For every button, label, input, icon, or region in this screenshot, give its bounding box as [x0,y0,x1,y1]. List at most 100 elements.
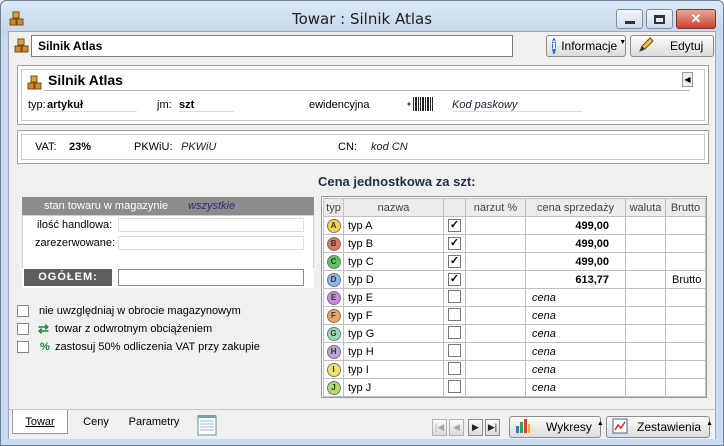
price-narzut[interactable] [465,270,526,289]
price-name[interactable]: typ D [343,270,444,289]
price-brutto[interactable] [665,216,706,235]
jm-value[interactable]: szt [179,99,234,112]
tab-towar[interactable]: Towar [12,410,68,434]
price-brutto[interactable] [665,252,706,271]
collapse-arrow-icon[interactable]: ◀ [682,72,693,87]
tab-ceny[interactable]: Ceny [77,410,115,434]
ogolem-field[interactable] [118,269,304,286]
price-row[interactable]: Etyp E cena [323,288,706,307]
price-value[interactable]: 499,00 [525,216,626,235]
zarezerwowane-field[interactable] [118,236,304,250]
col-waluta[interactable]: waluta [625,198,666,217]
stock-filter-value[interactable]: wszystkie [188,200,235,212]
price-row[interactable]: Ityp I cena [323,360,706,379]
price-value[interactable]: cena [525,342,626,361]
price-narzut[interactable] [465,288,526,307]
price-brutto[interactable] [665,324,706,343]
price-narzut[interactable] [465,252,526,271]
nav-last-button[interactable]: ▶| [485,419,500,436]
minimize-button[interactable] [616,9,643,29]
option-checkbox[interactable] [17,323,29,335]
price-checkbox[interactable]: ✓ [448,219,461,232]
price-name[interactable]: typ B [343,234,444,253]
price-narzut[interactable] [465,342,526,361]
price-currency[interactable] [625,342,666,361]
info-button[interactable]: i Informacje ▼ [546,35,626,57]
product-name-field[interactable]: Silnik Atlas [31,35,513,57]
price-value[interactable]: cena [525,360,626,379]
price-name[interactable]: typ E [343,288,444,307]
price-checkbox[interactable]: ✓ [448,273,461,286]
price-brutto[interactable] [665,306,706,325]
price-name[interactable]: typ C [343,252,444,271]
price-checkbox[interactable] [448,361,461,375]
price-brutto[interactable] [665,360,706,379]
close-button[interactable]: ✕ [676,9,716,29]
price-row[interactable]: Htyp H cena [323,342,706,361]
vat-value[interactable]: 23% [69,141,91,153]
col-brutto[interactable]: Brutto [665,198,706,217]
maximize-button[interactable] [646,9,673,29]
price-currency[interactable] [625,234,666,253]
cn-value[interactable]: kod CN [371,141,408,153]
price-checkbox[interactable] [448,343,461,357]
charts-button[interactable]: Wykresy ▲ [509,416,604,438]
col-cena[interactable]: cena sprzedaży [525,198,626,217]
nav-next-button[interactable]: ▶ [468,419,483,436]
pkwiu-value[interactable]: PKWiU [181,141,216,153]
typ-value[interactable]: artykuł [47,99,137,112]
col-typ[interactable]: typ [323,198,344,217]
price-name[interactable]: typ G [343,324,444,343]
price-brutto[interactable] [665,288,706,307]
price-name[interactable]: typ A [343,216,444,235]
barcode-icon[interactable] [407,95,439,116]
price-narzut[interactable] [465,306,526,325]
price-row[interactable]: Gtyp G cena [323,324,706,343]
option-row-0[interactable]: nie uwzględniaj w obrocie magazynowym [17,304,307,320]
price-value[interactable]: 613,77 [525,270,626,289]
price-narzut[interactable] [465,360,526,379]
notepad-icon[interactable] [197,414,217,439]
price-row[interactable]: Dtyp D ✓ 613,77 Brutto [323,270,706,289]
price-brutto[interactable] [665,342,706,361]
price-narzut[interactable] [465,324,526,343]
price-checkbox[interactable] [448,325,461,339]
price-value[interactable]: cena [525,324,626,343]
price-brutto[interactable] [665,234,706,253]
product-name[interactable]: Silnik Atlas [44,72,690,91]
price-checkbox[interactable]: ✓ [448,237,461,250]
price-checkbox[interactable]: ✓ [448,255,461,268]
price-currency[interactable] [625,306,666,325]
price-narzut[interactable] [465,378,526,397]
option-checkbox[interactable] [17,341,29,353]
price-row[interactable]: Ftyp F cena [323,306,706,325]
price-name[interactable]: typ J [343,378,444,397]
col-nazwa[interactable]: nazwa [343,198,444,217]
nav-first-button[interactable]: |◀ [432,419,447,436]
price-checkbox[interactable] [448,289,461,303]
option-row-1[interactable]: ⇄ towar z odwrotnym obciążeniem [17,321,307,338]
price-currency[interactable] [625,378,666,397]
price-narzut[interactable] [465,216,526,235]
option-checkbox[interactable] [17,305,29,317]
price-checkbox[interactable] [448,307,461,321]
col-check[interactable] [443,198,466,217]
price-name[interactable]: typ F [343,306,444,325]
price-brutto[interactable]: Brutto [665,270,706,289]
price-currency[interactable] [625,360,666,379]
tab-parametry[interactable]: Parametry [123,410,185,434]
price-row[interactable]: Btyp B ✓ 499,00 [323,234,706,253]
option-row-2[interactable]: % zastosuj 50% odliczenia VAT przy zakup… [17,340,307,356]
price-value[interactable]: cena [525,306,626,325]
price-name[interactable]: typ I [343,360,444,379]
price-value[interactable]: cena [525,288,626,307]
price-currency[interactable] [625,270,666,289]
price-value[interactable]: 499,00 [525,234,626,253]
price-row[interactable]: Ctyp C ✓ 499,00 [323,252,706,271]
price-currency[interactable] [625,324,666,343]
reports-button[interactable]: Zestawienia ▲ [606,416,713,438]
price-narzut[interactable] [465,234,526,253]
price-value[interactable]: cena [525,378,626,397]
col-narzut[interactable]: narzut % [465,198,526,217]
handlowa-field[interactable] [118,218,304,232]
